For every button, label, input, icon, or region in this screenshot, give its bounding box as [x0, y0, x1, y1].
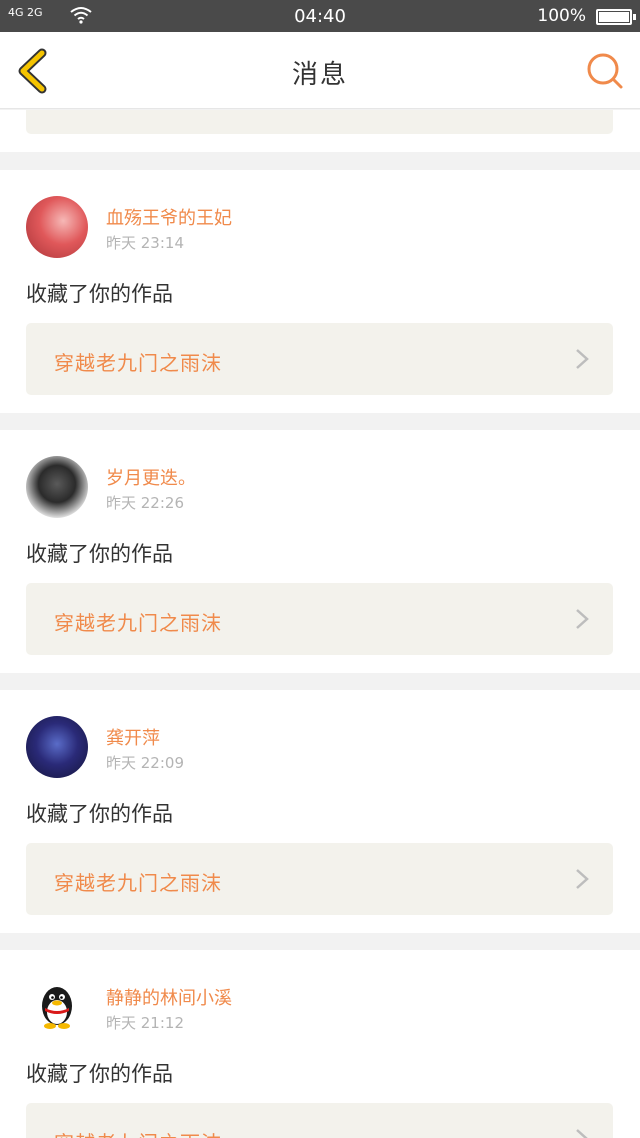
chevron-right-icon — [576, 1129, 588, 1138]
avatar[interactable] — [26, 976, 88, 1038]
work-link[interactable]: 穿越老九门之雨沫 — [26, 583, 613, 655]
chevron-right-icon — [576, 609, 589, 629]
status-bar: 4G 2G 04:40 100% — [0, 0, 640, 32]
user-name[interactable]: 静静的林间小溪 — [106, 984, 232, 1010]
action-text: 收藏了你的作品 — [26, 802, 173, 826]
action-text: 收藏了你的作品 — [26, 542, 173, 566]
avatar[interactable] — [26, 716, 88, 778]
avatar[interactable] — [26, 456, 88, 518]
work-title: 穿越老九门之雨沫 — [54, 351, 222, 375]
work-link[interactable]: 穿越老九门之雨沫 — [26, 1103, 613, 1138]
message-time: 昨天 22:26 — [106, 494, 184, 512]
avatar[interactable] — [26, 196, 88, 258]
work-link[interactable]: 穿越老九门之雨沫 — [26, 323, 613, 395]
work-title: 穿越老九门之雨沫 — [54, 611, 222, 635]
message-time: 昨天 23:14 — [106, 234, 184, 252]
message-time: 昨天 21:12 — [106, 1014, 184, 1032]
message-time: 昨天 22:09 — [106, 754, 184, 772]
list-item: 岁月更迭。 昨天 22:26 收藏了你的作品 穿越老九门之雨沫 — [0, 430, 640, 673]
penguin-icon — [42, 987, 72, 1029]
battery-percent: 100% — [537, 6, 586, 26]
chevron-right-icon — [576, 349, 589, 369]
action-text: 收藏了你的作品 — [26, 282, 173, 306]
user-name[interactable]: 龚开萍 — [106, 724, 160, 750]
user-name[interactable]: 血殇王爷的王妃 — [106, 204, 232, 230]
list-item: 血殇王爷的王妃 昨天 23:14 收藏了你的作品 穿越老九门之雨沫 — [0, 170, 640, 413]
page-title: 消息 — [291, 60, 348, 90]
user-name[interactable]: 岁月更迭。 — [106, 464, 196, 490]
search-icon[interactable] — [586, 52, 624, 90]
chevron-right-icon — [576, 869, 589, 889]
list-item: 静静的林间小溪 昨天 21:12 收藏了你的作品 穿越老九门之雨沫 — [0, 950, 640, 1138]
list-item — [0, 110, 640, 152]
action-text: 收藏了你的作品 — [26, 1062, 173, 1086]
work-link[interactable]: 穿越老九门之雨沫 — [26, 843, 613, 915]
work-link-partial[interactable] — [26, 110, 613, 134]
nav-bar: 消息 — [0, 32, 640, 109]
work-title: 穿越老九门之雨沫 — [54, 871, 222, 895]
battery-icon — [596, 9, 636, 25]
message-list: 血殇王爷的王妃 昨天 23:14 收藏了你的作品 穿越老九门之雨沫 岁月更迭。 … — [0, 110, 640, 1138]
work-title: 穿越老九门之雨沫 — [54, 1127, 222, 1138]
list-item: 龚开萍 昨天 22:09 收藏了你的作品 穿越老九门之雨沫 — [0, 690, 640, 933]
